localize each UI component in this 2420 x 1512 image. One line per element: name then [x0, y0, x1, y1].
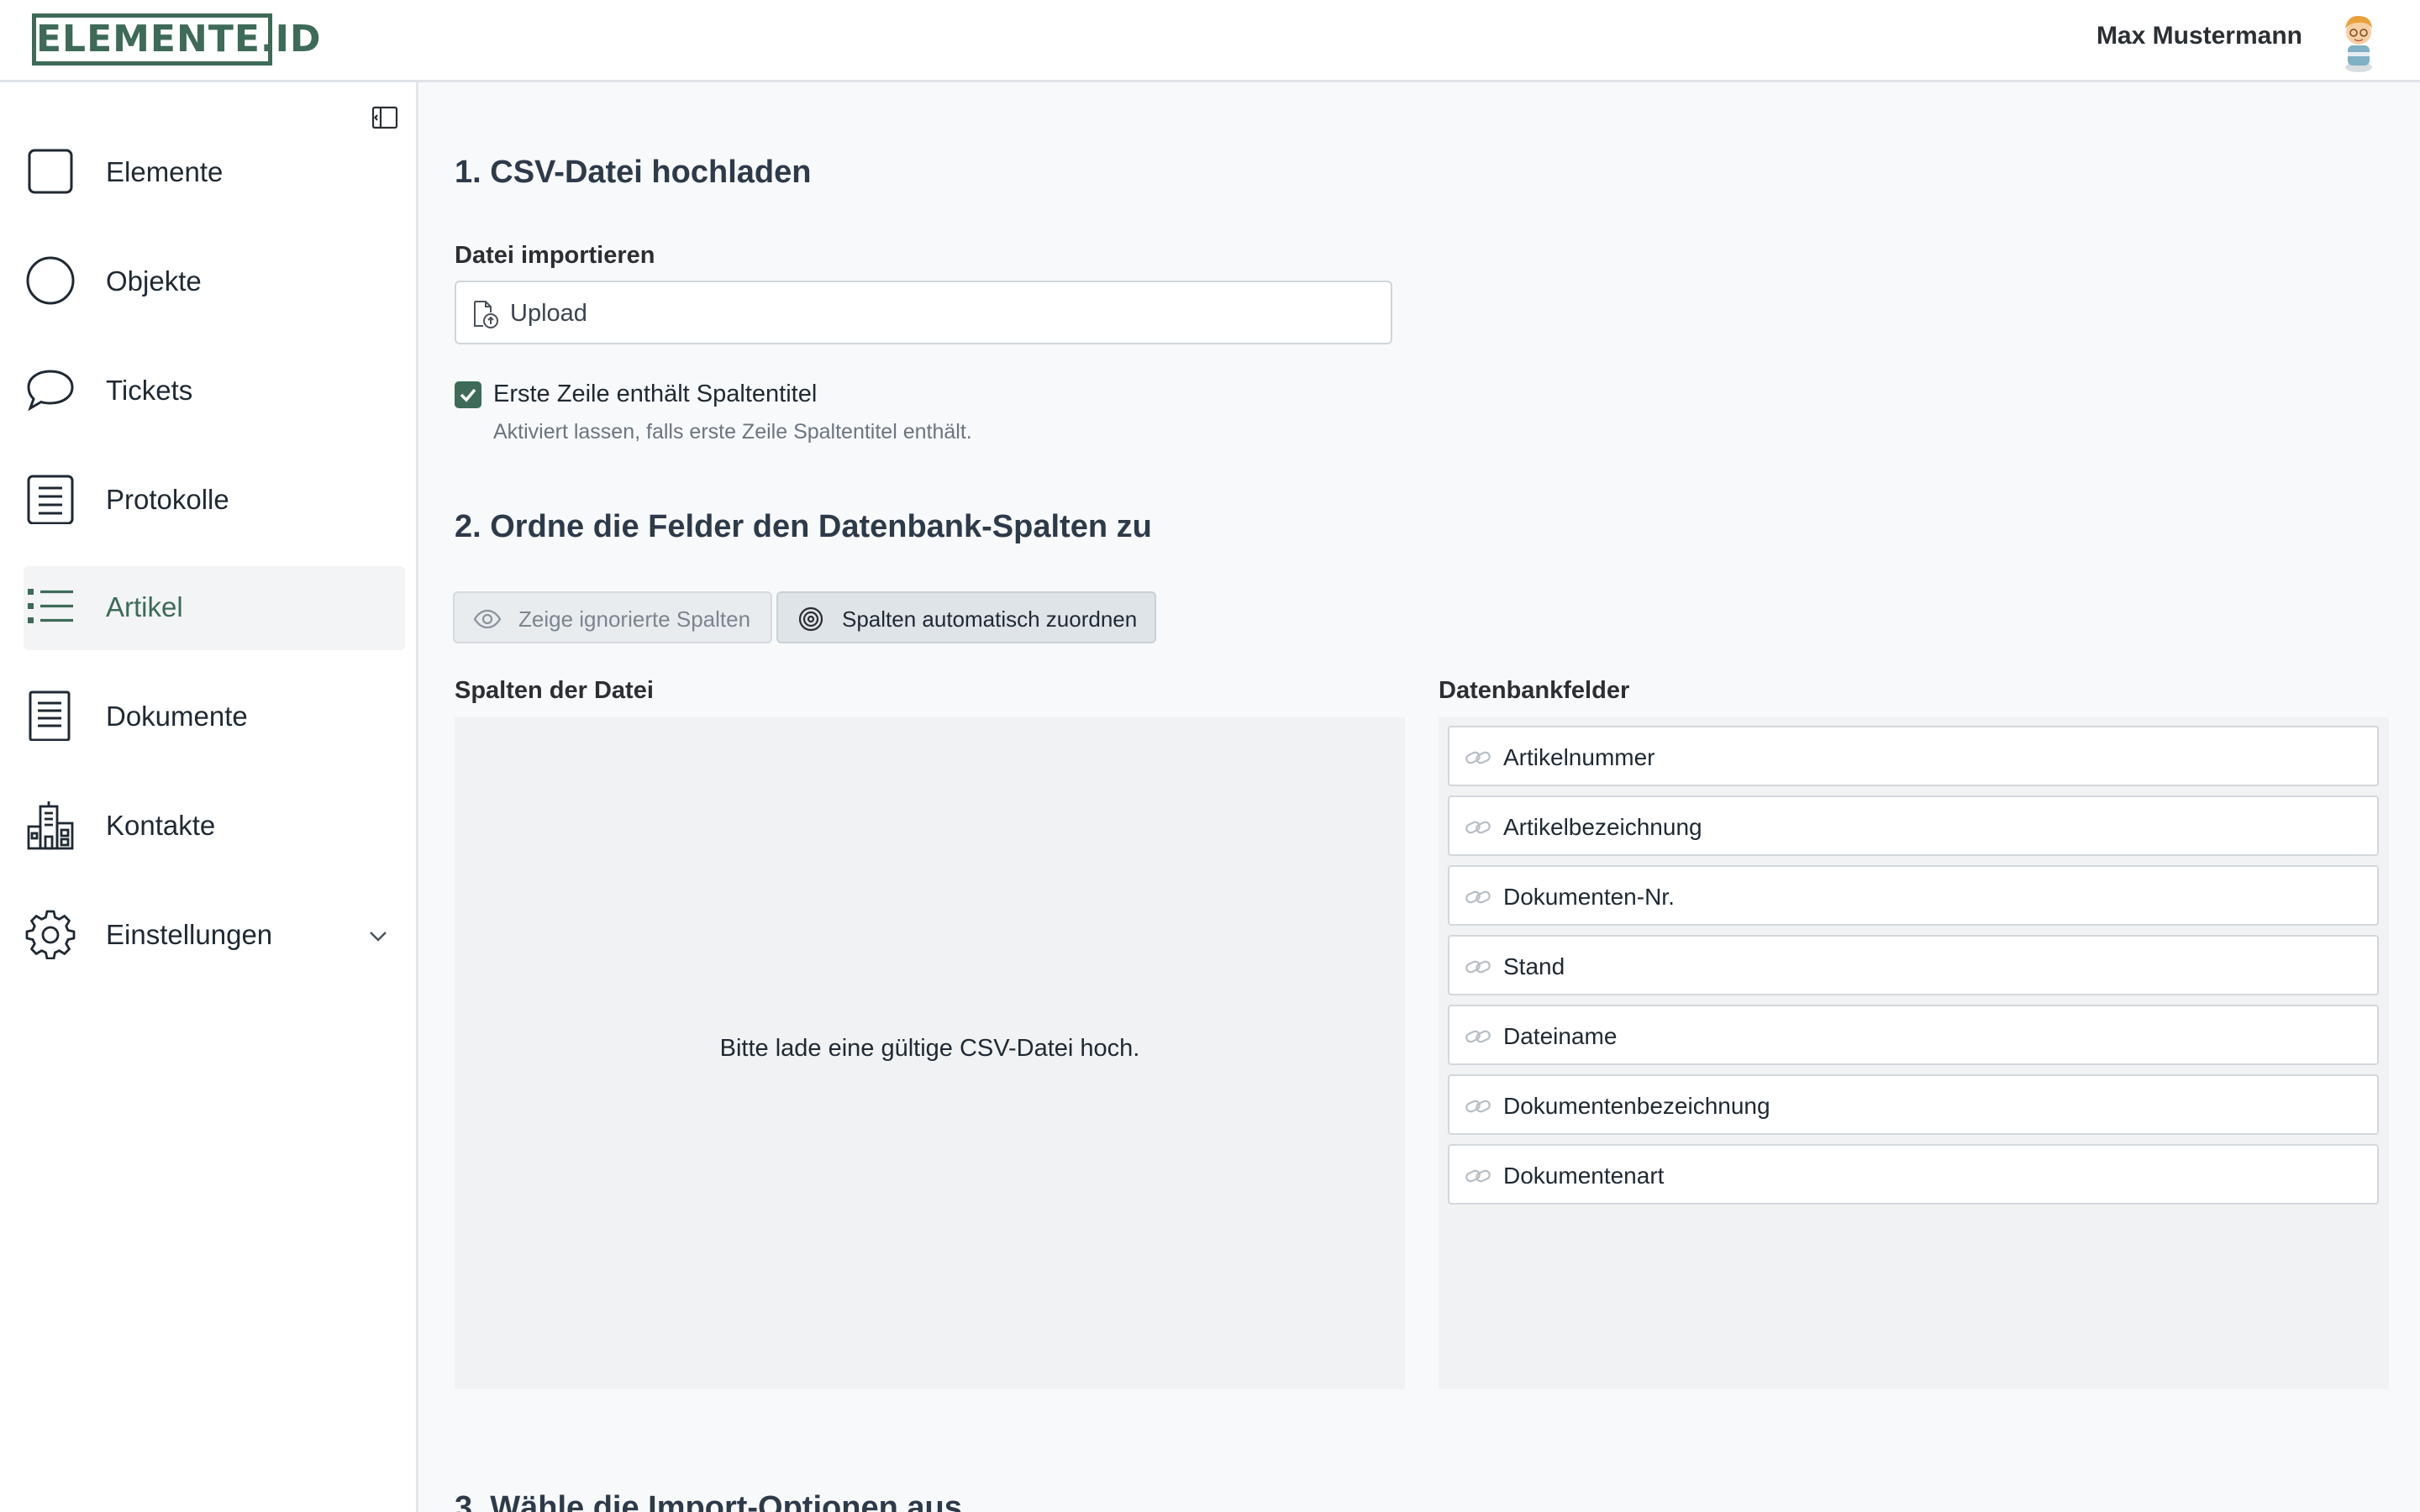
db-field-label: Stand	[1503, 953, 1565, 979]
db-field-item[interactable]: Dokumentenart	[1448, 1144, 2379, 1205]
top-bar: ELEMENTE.ID Max Mustermann	[0, 0, 2420, 82]
main-content: 1. CSV-Datei hochladen Datei importieren…	[421, 82, 2420, 1512]
section-mapping-title: 2. Ordne die Felder den Datenbank-Spalte…	[455, 509, 1152, 544]
sidebar-item-label: Kontakte	[106, 810, 216, 841]
show-ignored-columns-label: Zeige ignorierte Spalten	[518, 606, 751, 632]
file-columns-empty-message: Bitte lade eine gültige CSV-Datei hoch.	[719, 1035, 1140, 1062]
db-field-item[interactable]: Dokumentenbezeichnung	[1448, 1074, 2379, 1135]
import-label: Datei importieren	[455, 242, 655, 269]
sidebar-item-kontakte[interactable]: Kontakte	[24, 785, 405, 869]
db-field-label: Artikelnummer	[1503, 744, 1655, 770]
sidebar-item-label: Elemente	[106, 156, 224, 187]
auto-assign-columns-button[interactable]: Spalten automatisch zuordnen	[776, 591, 1156, 643]
document-lines-icon	[25, 474, 76, 525]
section-upload-title: 1. CSV-Datei hochladen	[455, 155, 812, 190]
link-icon	[1465, 816, 1491, 839]
sidebar-collapse-icon[interactable]	[370, 102, 400, 133]
sidebar-item-label: Einstellungen	[106, 919, 273, 950]
link-icon	[1465, 1095, 1491, 1118]
sidebar-item-dokumente[interactable]: Dokumente	[24, 675, 405, 759]
db-field-item[interactable]: Dateiname	[1448, 1005, 2379, 1065]
header-row-checkbox-label[interactable]: Erste Zeile enthält Spaltentitel	[493, 381, 817, 408]
header-row-checkbox[interactable]	[455, 381, 481, 408]
sidebar-item-objekte[interactable]: Objekte	[24, 240, 405, 324]
sidebar-item-label: Artikel	[106, 591, 183, 622]
db-field-item[interactable]: Artikelbezeichnung	[1448, 795, 2379, 856]
db-field-label: Dokumenten-Nr.	[1503, 884, 1675, 910]
sidebar-item-label: Protokolle	[106, 484, 229, 515]
db-fields-label: Datenbankfelder	[1439, 677, 1630, 704]
circle-icon	[25, 255, 76, 306]
document-icon	[25, 690, 76, 742]
gear-icon	[25, 909, 76, 960]
square-icon	[25, 146, 76, 197]
avatar[interactable]	[2329, 8, 2388, 74]
list-icon	[25, 581, 76, 632]
sidebar-item-label: Objekte	[106, 265, 202, 297]
show-ignored-columns-button[interactable]: Zeige ignorierte Spalten	[453, 591, 772, 643]
sidebar-item-tickets[interactable]: Tickets	[24, 349, 405, 433]
upload-placeholder: Upload	[510, 300, 587, 327]
sidebar: Elemente Objekte Tickets Protokolle Arti…	[0, 82, 418, 1512]
db-field-label: Artikelbezeichnung	[1503, 814, 1702, 840]
db-field-label: Dokumentenart	[1503, 1163, 1665, 1189]
db-field-label: Dokumentenbezeichnung	[1503, 1093, 1770, 1119]
link-icon	[1465, 1025, 1491, 1048]
sidebar-item-label: Tickets	[106, 375, 193, 406]
db-field-item[interactable]: Stand	[1448, 935, 2379, 995]
link-icon	[1465, 1164, 1491, 1188]
sidebar-item-elemente[interactable]: Elemente	[24, 131, 405, 215]
link-icon	[1465, 955, 1491, 979]
sidebar-item-artikel[interactable]: Artikel	[24, 566, 405, 650]
link-icon	[1465, 746, 1491, 769]
sidebar-item-protokolle[interactable]: Protokolle	[24, 459, 405, 543]
logo[interactable]: ELEMENTE.ID	[32, 13, 321, 66]
speech-bubble-icon	[25, 365, 76, 415]
buildings-icon	[25, 800, 76, 850]
db-fields-panel: Artikelnummer Artikelbezeichnung Dokumen…	[1439, 717, 2389, 1389]
file-upload-icon	[470, 299, 500, 329]
eye-icon	[473, 605, 502, 633]
db-field-item[interactable]: Artikelnummer	[1448, 726, 2379, 786]
file-columns-panel[interactable]: Bitte lade eine gültige CSV-Datei hoch.	[455, 717, 1405, 1389]
sidebar-item-label: Dokumente	[106, 701, 248, 732]
db-field-item[interactable]: Dokumenten-Nr.	[1448, 865, 2379, 926]
target-icon	[797, 605, 825, 633]
header-row-help-text: Aktiviert lassen, falls erste Zeile Spal…	[493, 420, 972, 444]
file-upload-input[interactable]: Upload	[455, 281, 1392, 344]
auto-assign-columns-label: Spalten automatisch zuordnen	[842, 606, 1138, 632]
file-columns-label: Spalten der Datei	[455, 677, 654, 704]
chevron-down-icon	[366, 924, 390, 948]
section-import-options-title: 3. Wähle die Import-Optionen aus	[455, 1490, 962, 1512]
link-icon	[1465, 885, 1491, 909]
sidebar-item-einstellungen[interactable]: Einstellungen	[24, 894, 405, 978]
user-name[interactable]: Max Mustermann	[2096, 22, 2302, 50]
db-field-label: Dateiname	[1503, 1023, 1618, 1049]
